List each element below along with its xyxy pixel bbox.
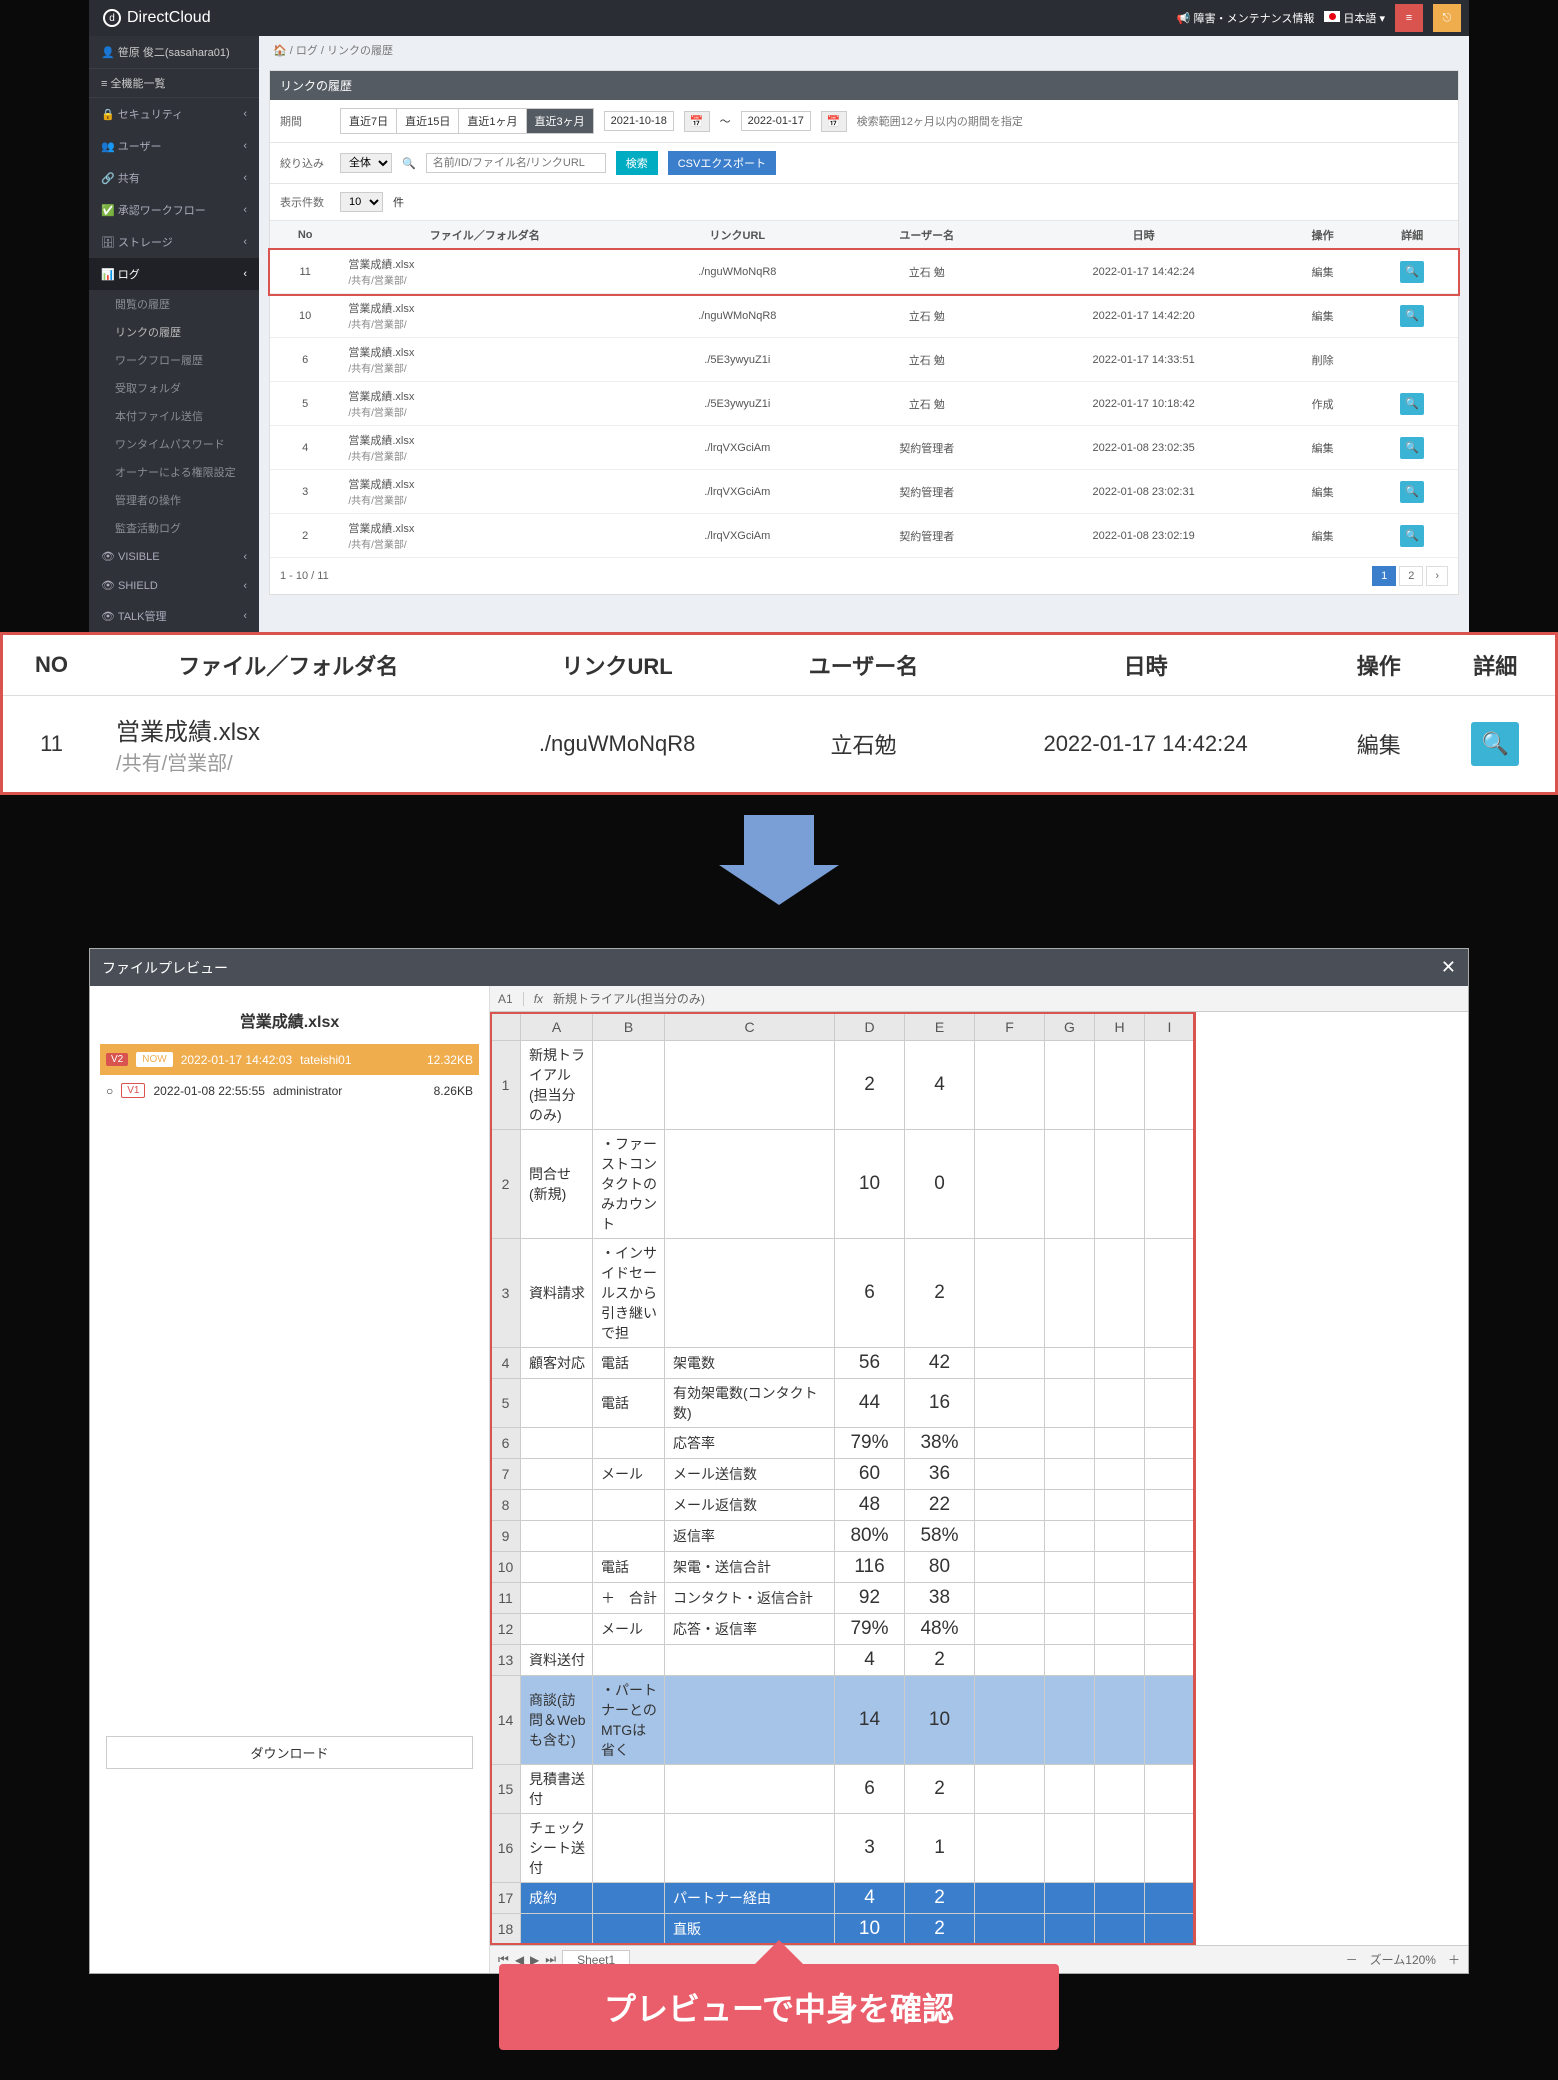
close-icon[interactable]: ✕ [1441, 957, 1456, 978]
table-row[interactable]: 2営業成績.xlsx/共有/営業部/./lrqVXGciAm契約管理者2022-… [270, 514, 1458, 558]
big-url: ./nguWMoNqR8 [476, 696, 757, 793]
logout-button[interactable]: ⎋ [1433, 4, 1461, 32]
big-op: 編集 [1322, 696, 1436, 793]
sidebar-subitem[interactable]: 管理者の操作 [89, 486, 259, 514]
sidebar-subitem[interactable]: ワークフロー履歴 [89, 346, 259, 374]
notice-link[interactable]: 📢 障害・メンテナンス情報 [1177, 10, 1315, 26]
sidebar-item[interactable]: 👁 VISIBLE‹ [89, 542, 259, 571]
version-row[interactable]: ○V12022-01-08 22:55:55administrator8.26K… [100, 1075, 479, 1106]
lang-switch[interactable]: 日本語 ▾ [1324, 10, 1385, 26]
formula-bar: A1 fx 新規トライアル(担当分のみ) [490, 986, 1468, 1012]
search-button[interactable]: 検索 [616, 151, 658, 175]
period-seg[interactable]: 直近1ヶ月 [459, 109, 526, 133]
callout-banner: プレビューで中身を確認 [499, 1964, 1059, 2050]
page-button[interactable]: 2 [1399, 566, 1423, 586]
detail-button[interactable]: 🔍 [1400, 261, 1424, 283]
pagination: 12› [1372, 566, 1448, 586]
fx-value[interactable]: 新規トライアル(担当分のみ) [553, 990, 705, 1007]
period-segments: 直近7日直近15日直近1ヶ月直近3ヶ月 [340, 108, 594, 134]
big-detail-button[interactable]: 🔍 [1471, 722, 1519, 766]
sidebar-item[interactable]: 👁 SHIELD‹ [89, 571, 259, 600]
brand-logo: d DirectCloud [89, 9, 225, 27]
menu-button[interactable]: ≡ [1395, 4, 1423, 32]
sidebar-subitem[interactable]: 閲覧の履歴 [89, 290, 259, 318]
cell-ref[interactable]: A1 [498, 992, 524, 1006]
detail-button[interactable]: 🔍 [1400, 437, 1424, 459]
sidebar-subitem[interactable]: 監査活動ログ [89, 514, 259, 542]
period-note: 検索範囲12ヶ月以内の期間を指定 [857, 113, 1023, 129]
zoom-level[interactable]: － ズーム120% ＋ [1346, 1951, 1460, 1968]
flow-arrow [0, 795, 1558, 908]
detail-button[interactable]: 🔍 [1400, 393, 1424, 415]
sidebar-item[interactable]: 🔗 共有‹ [89, 162, 259, 194]
sidebar-subitem[interactable]: オーナーによる権限設定 [89, 458, 259, 486]
big-no: 11 [3, 696, 100, 793]
label-narrow: 絞り込み [280, 155, 330, 171]
label-period: 期間 [280, 113, 330, 129]
spreadsheet[interactable]: ABCDEFGHI1新規トライアル(担当分のみ)242問合せ(新規)・ファースト… [490, 1012, 1195, 1945]
detail-button[interactable]: 🔍 [1400, 305, 1424, 327]
preview-title: ファイルプレビュー [102, 958, 228, 978]
preview-filename: 営業成績.xlsx [100, 996, 479, 1044]
log-table: Noファイル／フォルダ名リンクURLユーザー名日時操作詳細 11営業成績.xls… [270, 221, 1458, 558]
period-seg[interactable]: 直近15日 [397, 109, 459, 133]
page-button[interactable]: › [1426, 566, 1448, 586]
sidebar: 👤 笹原 俊二(sasahara01) ≡ 全機能一覧 🔒 セキュリティ‹👥 ユ… [89, 36, 259, 632]
sidebar-subitem[interactable]: ワンタイムパスワード [89, 430, 259, 458]
version-row[interactable]: V2NOW2022-01-17 14:42:03tateishi0112.32K… [100, 1044, 479, 1075]
search-input[interactable] [426, 153, 606, 173]
sidebar-item[interactable]: 🗄 ストレージ‹ [89, 226, 259, 258]
big-user: 立石勉 [758, 696, 969, 793]
app-topbar: d DirectCloud 📢 障害・メンテナンス情報 日本語 ▾ ≡ ⎋ [89, 0, 1469, 36]
sidebar-subitem[interactable]: 受取フォルダ [89, 374, 259, 402]
sidebar-user: 👤 笹原 俊二(sasahara01) [89, 36, 259, 69]
count-select[interactable]: 10 [340, 192, 383, 212]
sidebar-item[interactable]: ✅ 承認ワークフロー‹ [89, 194, 259, 226]
period-seg[interactable]: 直近7日 [341, 109, 397, 133]
jp-flag-icon [1324, 11, 1340, 22]
narrow-select[interactable]: 全体 [340, 153, 392, 173]
page-button[interactable]: 1 [1372, 566, 1396, 586]
table-row[interactable]: 5営業成績.xlsx/共有/営業部/./5E3ywyuZ1i立石 勉2022-0… [270, 382, 1458, 426]
panel-title: リンクの履歴 [270, 71, 1458, 100]
sidebar-subitem[interactable]: 本付ファイル送信 [89, 402, 259, 430]
label-count: 表示件数 [280, 194, 330, 210]
breadcrumb: 🏠 / ログ / リンクの履歴 [259, 36, 1469, 64]
fx-icon: fx [534, 992, 543, 1006]
enlarged-row-callout: NOファイル／フォルダ名リンクURLユーザー名日時操作詳細 11 営業成績.xl… [0, 632, 1558, 795]
calendar-icon[interactable]: 📅 [684, 111, 710, 132]
sidebar-item[interactable]: 📊 ログ‹ [89, 258, 259, 290]
sidebar-item[interactable]: 👁 TALK管理‹ [89, 600, 259, 632]
table-row[interactable]: 6営業成績.xlsx/共有/営業部/./5E3ywyuZ1i立石 勉2022-0… [270, 338, 1458, 382]
csv-export-button[interactable]: CSVエクスポート [668, 151, 776, 175]
big-filename: 営業成績.xlsx /共有/営業部/ [100, 696, 476, 793]
sidebar-item[interactable]: 👥 ユーザー‹ [89, 130, 259, 162]
period-seg[interactable]: 直近3ヶ月 [527, 109, 593, 133]
big-time: 2022-01-17 14:42:24 [969, 696, 1322, 793]
download-button[interactable]: ダウンロード [106, 1736, 473, 1769]
pager-info: 1 - 10 / 11 [280, 570, 329, 582]
logo-icon: d [103, 9, 121, 27]
table-row[interactable]: 4営業成績.xlsx/共有/営業部/./lrqVXGciAm契約管理者2022-… [270, 426, 1458, 470]
sidebar-item[interactable]: 🔒 セキュリティ‹ [89, 98, 259, 130]
date-from[interactable]: 2021-10-18 [604, 111, 674, 131]
detail-button[interactable]: 🔍 [1400, 481, 1424, 503]
table-row[interactable]: 11営業成績.xlsx/共有/営業部/./nguWMoNqR8立石 勉2022-… [270, 250, 1458, 294]
sidebar-all-menu[interactable]: ≡ 全機能一覧 [89, 69, 259, 98]
calendar-icon[interactable]: 📅 [821, 111, 847, 132]
table-row[interactable]: 10営業成績.xlsx/共有/営業部/./nguWMoNqR8立石 勉2022-… [270, 294, 1458, 338]
file-preview-dialog: ファイルプレビュー ✕ 営業成績.xlsx V2NOW2022-01-17 14… [89, 948, 1469, 1974]
table-row[interactable]: 3営業成績.xlsx/共有/営業部/./lrqVXGciAm契約管理者2022-… [270, 470, 1458, 514]
date-to[interactable]: 2022-01-17 [741, 111, 811, 131]
brand-text: DirectCloud [127, 9, 211, 27]
sidebar-subitem[interactable]: リンクの履歴 [89, 318, 259, 346]
detail-button[interactable]: 🔍 [1400, 525, 1424, 547]
